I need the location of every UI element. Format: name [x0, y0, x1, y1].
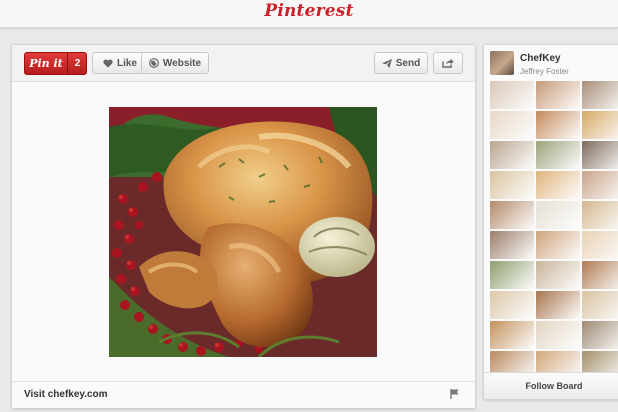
board-thumbnail[interactable]	[536, 291, 580, 319]
board-thumbnail[interactable]	[490, 141, 534, 169]
top-bar: Pinterest	[0, 0, 618, 28]
website-button[interactable]: Website	[141, 52, 209, 74]
board-thumbnail[interactable]	[490, 111, 534, 139]
send-arrow-icon	[381, 58, 392, 68]
board-thumbnail[interactable]	[490, 201, 534, 229]
pin-toolbar: Pin it 2 Like Website Send	[12, 45, 475, 82]
share-button[interactable]	[433, 52, 463, 74]
pin-card: Pin it 2 Like Website Send Visit chefkey…	[11, 44, 476, 409]
source-link[interactable]: Visit chefkey.com	[24, 389, 108, 400]
board-thumbnail[interactable]	[490, 261, 534, 289]
board-thumbnail[interactable]	[490, 321, 534, 349]
avatar[interactable]	[490, 51, 514, 75]
pin-footer: Visit chefkey.com	[12, 381, 475, 408]
board-thumbnail[interactable]	[582, 201, 618, 229]
globe-icon	[149, 58, 159, 68]
board-name[interactable]: ChefKey	[520, 53, 561, 64]
pin-image-roast-turkey[interactable]	[109, 107, 377, 357]
board-thumbnail[interactable]	[536, 201, 580, 229]
board-thumbnail[interactable]	[582, 171, 618, 199]
website-label: Website	[162, 57, 202, 69]
board-thumbnail[interactable]	[536, 321, 580, 349]
board-thumbnail[interactable]	[536, 141, 580, 169]
flag-icon[interactable]	[450, 389, 459, 399]
send-label: Send	[395, 57, 421, 69]
board-panel: ChefKey Jeffrey Foster Follow Board	[483, 44, 618, 400]
like-button[interactable]: Like	[92, 52, 148, 74]
board-thumbnail[interactable]	[536, 111, 580, 139]
share-icon	[442, 58, 454, 68]
repin-count: 2	[74, 58, 81, 69]
pin-it-button[interactable]: Pin it 2	[24, 52, 87, 75]
board-thumbnail[interactable]	[536, 171, 580, 199]
board-thumbnail[interactable]	[582, 141, 618, 169]
board-owner[interactable]: Jeffrey Foster	[520, 67, 569, 76]
board-thumbnail[interactable]	[582, 111, 618, 139]
board-thumbnail[interactable]	[490, 291, 534, 319]
board-thumbnail[interactable]	[490, 81, 534, 109]
like-label: Like	[116, 57, 137, 69]
board-thumbnails	[490, 81, 618, 399]
board-thumbnail[interactable]	[582, 231, 618, 259]
send-button[interactable]: Send	[374, 52, 428, 74]
board-thumbnail[interactable]	[582, 291, 618, 319]
board-thumbnail[interactable]	[582, 261, 618, 289]
pin-it-label: Pin it	[29, 57, 63, 70]
heart-icon	[103, 59, 113, 68]
board-thumbnail[interactable]	[490, 171, 534, 199]
board-thumbnail[interactable]	[490, 231, 534, 259]
board-thumbnail[interactable]	[536, 81, 580, 109]
board-thumbnail[interactable]	[582, 321, 618, 349]
pinterest-logo[interactable]: Pinterest	[0, 1, 618, 21]
board-thumbnail[interactable]	[536, 231, 580, 259]
follow-board-button[interactable]: Follow Board	[484, 372, 618, 399]
board-thumbnail[interactable]	[582, 81, 618, 109]
board-thumbnail[interactable]	[536, 261, 580, 289]
